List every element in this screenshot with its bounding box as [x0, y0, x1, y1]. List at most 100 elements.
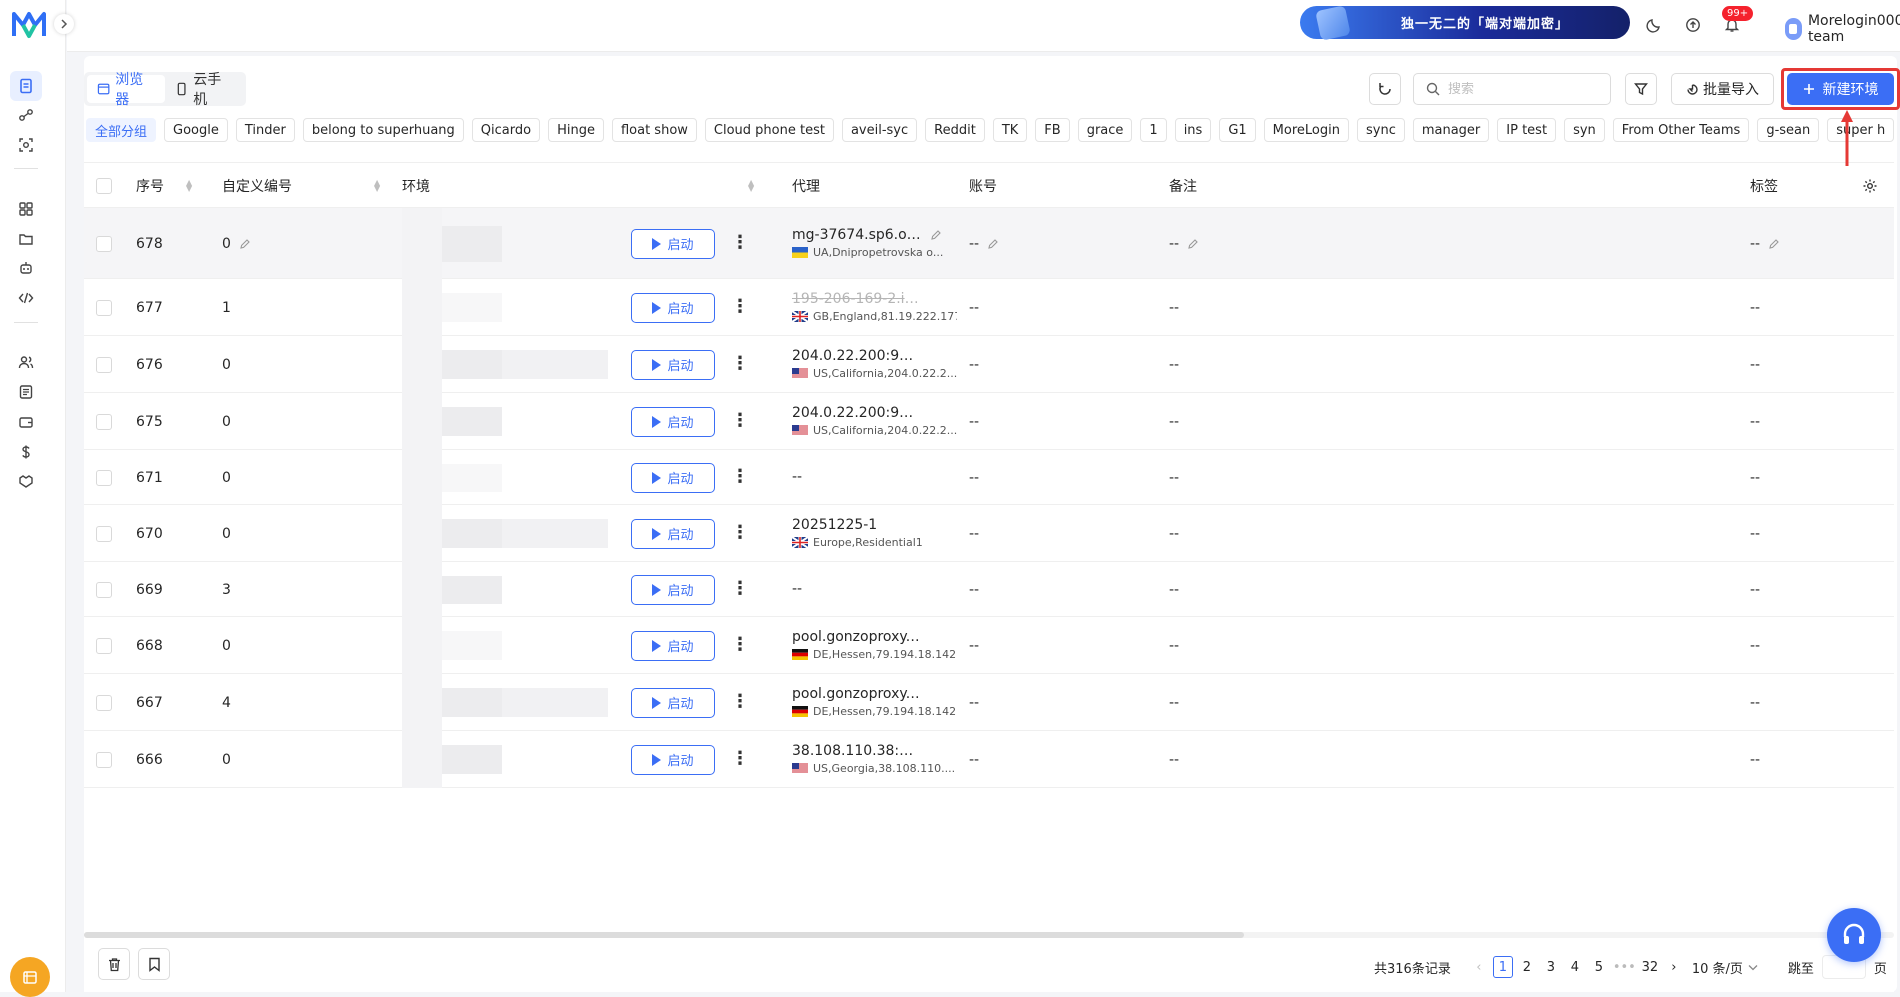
- row-checkbox[interactable]: [96, 751, 112, 768]
- group-tag[interactable]: manager: [1412, 118, 1490, 142]
- row-checkbox[interactable]: [96, 637, 112, 654]
- row-checkbox[interactable]: [96, 235, 112, 252]
- select-all-checkbox[interactable]: [96, 178, 112, 194]
- page-number[interactable]: 32: [1640, 956, 1660, 978]
- group-tag[interactable]: ins: [1174, 118, 1212, 142]
- start-button[interactable]: 启动: [631, 228, 715, 259]
- more-actions-button[interactable]: ⋮: [731, 466, 749, 487]
- edit-icon[interactable]: [987, 238, 999, 250]
- sidebar-item-team[interactable]: [10, 347, 42, 377]
- sidebar-item-folder[interactable]: [10, 224, 42, 254]
- group-tag[interactable]: grace: [1077, 118, 1133, 142]
- row-checkbox[interactable]: [96, 581, 112, 598]
- more-actions-button[interactable]: ⋮: [731, 748, 749, 769]
- start-button[interactable]: 启动: [631, 630, 715, 661]
- more-actions-button[interactable]: ⋮: [731, 296, 749, 317]
- sidebar-item-ip[interactable]: [10, 130, 42, 160]
- start-button[interactable]: 启动: [631, 406, 715, 437]
- table-row[interactable]: 668 0 启动 ⋮ pool.gonzoproxy.com:... DE,Hesse…: [84, 617, 1894, 674]
- more-actions-button[interactable]: ⋮: [731, 578, 749, 599]
- row-checkbox[interactable]: [96, 694, 112, 711]
- row-checkbox[interactable]: [96, 413, 112, 430]
- column-env[interactable]: 环境 ▲ ▼: [402, 163, 754, 209]
- group-tag[interactable]: From Other Teams: [1612, 118, 1750, 142]
- table-row[interactable]: 671 0 启动 ⋮ -- -- -- --: [84, 450, 1894, 505]
- group-tag[interactable]: sync: [1356, 118, 1405, 142]
- group-tag[interactable]: G1: [1219, 118, 1256, 142]
- page-number[interactable]: 4: [1565, 956, 1585, 978]
- search-input[interactable]: [1448, 81, 1598, 97]
- table-row[interactable]: 667 4 启动 ⋮ pool.gonzoproxy.com:... DE,Hesse…: [84, 674, 1894, 731]
- promo-banner[interactable]: 独一无二的「端对端加密」: [1300, 5, 1630, 41]
- group-tag[interactable]: Reddit: [925, 118, 985, 142]
- page-number[interactable]: 2: [1517, 956, 1537, 978]
- edit-icon[interactable]: [1187, 238, 1199, 250]
- proxy-cell[interactable]: pool.gonzoproxy.com:... DE,Hessen,79.194…: [792, 629, 957, 661]
- scrollbar-thumb[interactable]: [84, 932, 1244, 938]
- group-tag[interactable]: belong to superhuang: [302, 118, 464, 142]
- group-tag[interactable]: aveil-syc: [841, 118, 918, 142]
- proxy-cell[interactable]: --: [792, 469, 957, 485]
- edit-icon[interactable]: [930, 229, 942, 241]
- group-tag[interactable]: super h: [1827, 118, 1895, 142]
- sidebar-item-apps[interactable]: [10, 194, 42, 224]
- page-size-select[interactable]: 10 条/页: [1692, 958, 1758, 977]
- table-row[interactable]: 676 0 启动 ⋮ 204.0.22.200:9680 US,California,…: [84, 336, 1894, 393]
- search-box[interactable]: [1413, 73, 1611, 105]
- start-button[interactable]: 启动: [631, 687, 715, 718]
- more-actions-button[interactable]: ⋮: [731, 232, 749, 253]
- bookmark-button[interactable]: [138, 948, 170, 980]
- start-button[interactable]: 启动: [631, 518, 715, 549]
- trash-button[interactable]: [98, 948, 130, 980]
- page-number[interactable]: 3: [1541, 956, 1561, 978]
- table-row[interactable]: 677 1 启动 ⋮ 195-206-169-2.ip.pnvat... GB,Eng…: [84, 279, 1894, 336]
- group-tag[interactable]: MoreLogin: [1263, 118, 1349, 142]
- start-button[interactable]: 启动: [631, 574, 715, 605]
- sidebar-collapse-button[interactable]: [54, 14, 74, 34]
- batch-import-button[interactable]: 批量导入: [1671, 73, 1774, 105]
- dark-mode-toggle[interactable]: [1643, 14, 1665, 36]
- group-tag[interactable]: float show: [611, 118, 697, 142]
- horizontal-scrollbar[interactable]: [84, 932, 1894, 938]
- sidebar-item-profiles[interactable]: [10, 71, 42, 101]
- start-button[interactable]: 启动: [631, 462, 715, 493]
- next-page-button[interactable]: ›: [1664, 956, 1684, 978]
- proxy-cell[interactable]: 204.0.22.200:9680 US,California,204.0.22…: [792, 405, 957, 437]
- group-tag[interactable]: Tinder: [235, 118, 295, 142]
- start-button[interactable]: 启动: [631, 292, 715, 323]
- filter-button[interactable]: [1625, 73, 1657, 105]
- tag-all-groups[interactable]: 全部分组: [86, 118, 157, 142]
- group-tag[interactable]: g-sean: [1757, 118, 1820, 142]
- more-actions-button[interactable]: ⋮: [731, 522, 749, 543]
- page-number[interactable]: 5: [1589, 956, 1609, 978]
- edit-icon[interactable]: [1768, 238, 1780, 250]
- edit-icon[interactable]: [239, 238, 251, 250]
- group-tag[interactable]: TK: [992, 118, 1028, 142]
- sidebar-item-wallet[interactable]: [10, 407, 42, 437]
- support-chat-button[interactable]: [1827, 908, 1881, 962]
- morelogin-logo[interactable]: [12, 10, 46, 40]
- start-button[interactable]: 启动: [631, 744, 715, 775]
- sidebar-item-billing[interactable]: [10, 437, 42, 467]
- group-tag[interactable]: Google: [164, 118, 228, 142]
- group-tag[interactable]: FB: [1035, 118, 1070, 142]
- promo-avatar[interactable]: [10, 957, 50, 997]
- column-settings-button[interactable]: [1862, 163, 1878, 209]
- proxy-cell[interactable]: 20251225-1 Europe,Residential1: [792, 517, 957, 549]
- table-row[interactable]: 678 0 启动 ⋮ mg-37674.sp6.ovh:... UA,Dniprope…: [84, 208, 1894, 279]
- group-tag[interactable]: Qicardo: [471, 118, 541, 142]
- more-actions-button[interactable]: ⋮: [731, 634, 749, 655]
- table-row[interactable]: 666 0 启动 ⋮ 38.108.110.38:29590 US,Georgia,3…: [84, 731, 1894, 788]
- tab-browser[interactable]: 浏览器: [87, 72, 165, 108]
- table-row[interactable]: 675 0 启动 ⋮ 204.0.22.200:9680 US,California,…: [84, 393, 1894, 450]
- row-checkbox[interactable]: [96, 299, 112, 316]
- group-tag[interactable]: Hinge: [548, 118, 604, 142]
- row-checkbox[interactable]: [96, 525, 112, 542]
- row-checkbox[interactable]: [96, 469, 112, 486]
- more-actions-button[interactable]: ⋮: [731, 353, 749, 374]
- refresh-button[interactable]: [1369, 73, 1401, 105]
- page-number[interactable]: 1: [1492, 956, 1513, 978]
- group-tag[interactable]: syn: [1564, 118, 1605, 142]
- tab-cloud-phone[interactable]: 云手机: [165, 72, 243, 108]
- prev-page-button[interactable]: ‹: [1469, 956, 1489, 978]
